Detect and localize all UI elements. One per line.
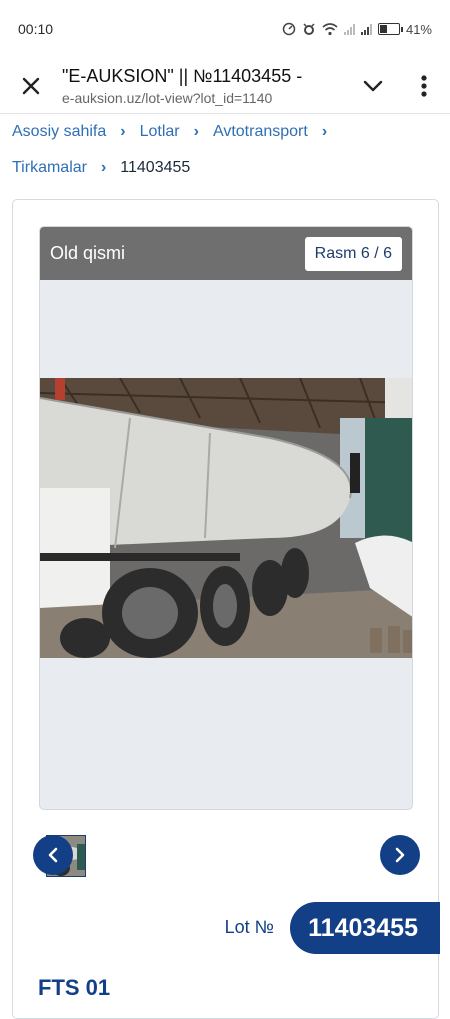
lot-number-badge: 11403455 [290,902,440,954]
gallery-prev-button[interactable] [33,835,73,875]
close-icon[interactable] [0,58,62,114]
gallery-caption: Old qismi [50,243,126,263]
chevron-left-icon [48,847,58,863]
chevron-right-icon: › [120,123,126,140]
lot-card: Old qismi Rasm 6 / 6 Lot № 11403455 FTS … [12,199,440,1019]
breadcrumb: Asosiy sahifa › Lotlar › Avtotransport › Tirka… [12,114,442,186]
wifi-icon [322,22,338,35]
battery-icon [377,23,403,35]
chevron-right-icon [395,847,405,863]
data-saver-icon [282,22,296,36]
status-time: 00:10 [18,21,54,37]
gallery-next-button[interactable] [380,835,420,875]
chevron-right-icon: › [100,159,107,176]
breadcrumb-current: 11403455 [120,159,191,176]
breadcrumb-home[interactable]: Asosiy sahifa [12,123,106,140]
gallery-counter: Rasm 6 / 6 [304,236,402,271]
page-title: "E-AUKSION" || №11403455 - [62,65,303,86]
address-area[interactable]: "E-AUKSION" || №11403455 - e-auksion.uz/… [62,66,348,106]
breadcrumb-lots[interactable]: Lotlar [140,123,180,140]
battery-percent: 41% [405,21,432,37]
chevron-right-icon: › [321,123,328,140]
alarm-icon [303,23,315,35]
breadcrumb-trailers[interactable]: Tirkamalar [12,159,87,176]
signal-icon [343,23,355,35]
chevron-right-icon: › [193,123,199,140]
browser-toolbar: "E-AUKSION" || №11403455 - e-auksion.uz/… [0,58,450,114]
chevron-down-icon[interactable] [348,80,398,92]
page-url: e-auksion.uz/lot-view?lot_id=1140 [62,89,273,106]
signal-icon-2 [360,23,372,35]
status-bar: 00:10 41% [0,0,450,58]
lot-label: Lot № [224,917,274,937]
status-icons: 41% [282,22,432,37]
lot-photo[interactable] [40,378,413,658]
lot-title: FTS 01 [38,975,111,1000]
more-vert-icon[interactable] [398,74,450,97]
photo-gallery: Old qismi Rasm 6 / 6 [39,226,413,810]
gallery-header: Old qismi Rasm 6 / 6 [40,227,412,280]
breadcrumb-vehicles[interactable]: Avtotransport [213,123,308,140]
lot-number-row: Lot № 11403455 [13,902,440,954]
